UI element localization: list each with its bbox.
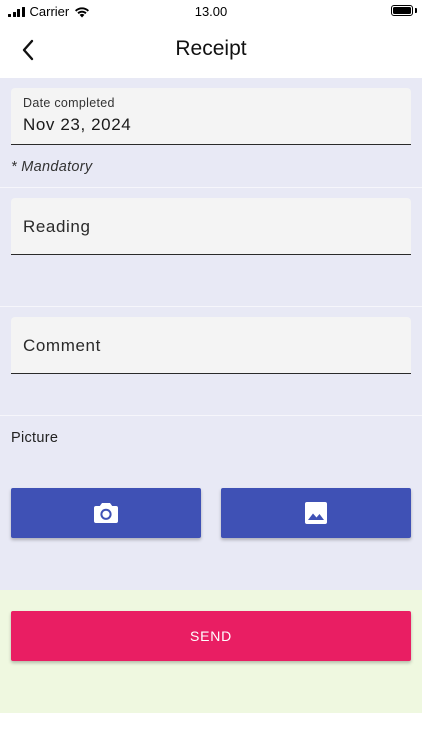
mandatory-note: * Mandatory bbox=[11, 159, 93, 175]
date-completed-label: Date completed bbox=[23, 96, 115, 110]
picture-label: Picture bbox=[11, 430, 59, 446]
reading-input[interactable]: Reading bbox=[11, 198, 411, 255]
battery-cap bbox=[415, 8, 417, 13]
date-completed-field[interactable]: Date completed Nov 23, 2024 bbox=[11, 88, 411, 145]
camera-button[interactable] bbox=[11, 488, 201, 538]
section-divider bbox=[0, 306, 422, 307]
status-time: 13.00 bbox=[194, 4, 228, 19]
camera-icon bbox=[94, 503, 118, 523]
page-title: Receipt bbox=[175, 37, 247, 60]
comment-placeholder: Comment bbox=[23, 336, 101, 355]
battery-icon bbox=[391, 5, 413, 16]
status-bar: Carrier 13.00 bbox=[0, 0, 422, 22]
image-icon bbox=[305, 502, 327, 524]
comment-input[interactable]: Comment bbox=[11, 317, 411, 374]
section-divider bbox=[0, 187, 422, 188]
gallery-button[interactable] bbox=[221, 488, 411, 538]
section-divider bbox=[0, 415, 422, 416]
date-completed-value: Nov 23, 2024 bbox=[23, 115, 132, 134]
reading-placeholder: Reading bbox=[23, 217, 91, 236]
app-bar: Receipt bbox=[0, 22, 422, 78]
send-button[interactable]: SEND bbox=[11, 611, 411, 661]
